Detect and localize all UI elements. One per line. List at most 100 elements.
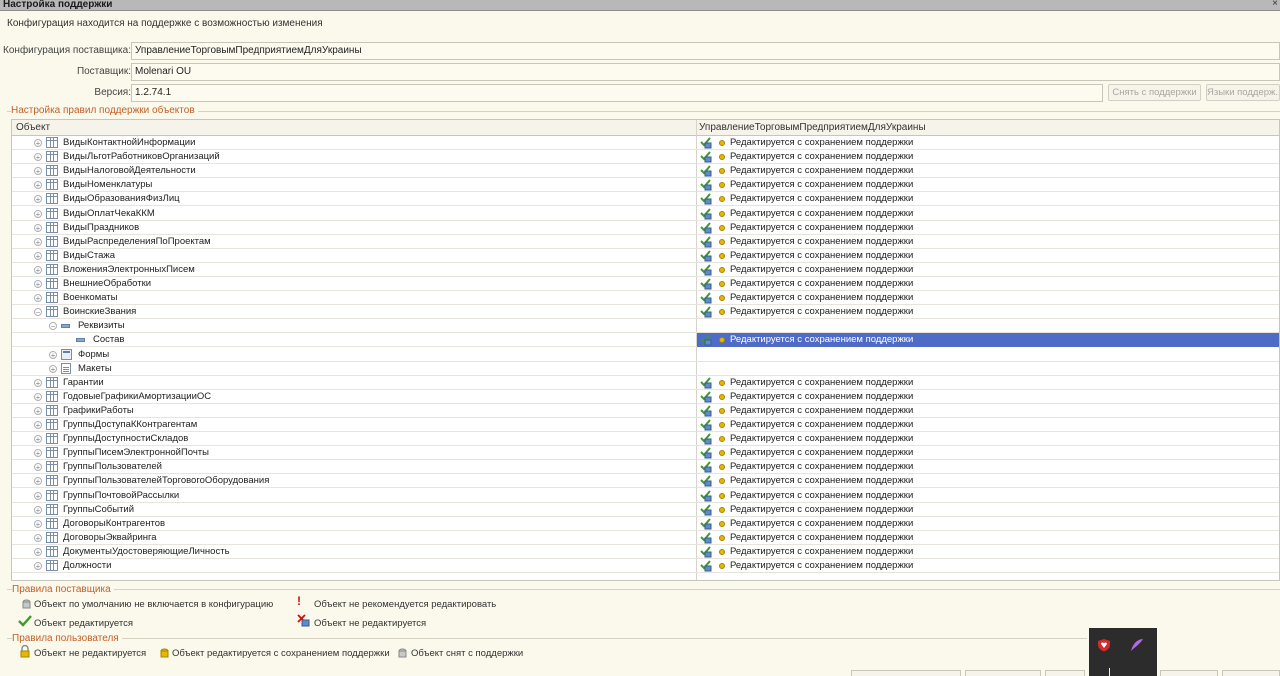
table-row[interactable]: + ДоговорыКонтрагентов Редактируется с сох… xyxy=(12,517,1279,531)
expand-icon[interactable]: + xyxy=(34,491,42,500)
table-row[interactable]: + ВидыСтажа Редактируется с сохранением по… xyxy=(12,249,1279,263)
support-status-cell[interactable]: Редактируется с сохранением поддержки xyxy=(697,263,1279,277)
shield-heart-icon[interactable] xyxy=(1097,638,1111,652)
expand-icon[interactable]: + xyxy=(34,392,42,401)
expand-icon[interactable]: + xyxy=(34,251,42,260)
expand-icon[interactable]: + xyxy=(34,449,42,458)
support-status-cell[interactable]: Редактируется с сохранением поддержки xyxy=(697,517,1279,531)
support-status-cell[interactable]: Редактируется с сохранением поддержки xyxy=(697,178,1279,192)
support-status-cell[interactable]: Редактируется с сохранением поддержки xyxy=(697,432,1279,446)
expand-icon[interactable]: + xyxy=(34,209,42,218)
table-row[interactable]: + ДокументыУдостоверяющиеЛичность Редактир… xyxy=(12,545,1279,559)
table-row[interactable]: + Макеты xyxy=(12,362,1279,376)
support-status-cell[interactable]: Редактируется с сохранением поддержки xyxy=(697,390,1279,404)
expand-icon[interactable]: + xyxy=(34,294,42,303)
table-row[interactable]: + Формы xyxy=(12,348,1279,362)
expand-icon[interactable]: + xyxy=(34,477,42,486)
expand-icon[interactable]: + xyxy=(34,237,42,246)
table-row[interactable]: + ВидыРаспределенияПоПроектам Редактируетс… xyxy=(12,235,1279,249)
support-status-cell[interactable]: Редактируется с сохранением поддержки xyxy=(697,503,1279,517)
table-row[interactable]: + ГодовыеГрафикиАмортизацииОС Редактируетс… xyxy=(12,390,1279,404)
column-object-header[interactable]: Объект xyxy=(16,122,50,133)
expand-icon[interactable]: + xyxy=(34,139,42,148)
table-row[interactable]: + ГруппыПользователейТорговогоОборудовани… xyxy=(12,474,1279,489)
table-row[interactable]: Состав Редактируется с сохранением поддер… xyxy=(12,333,1279,348)
table-row[interactable]: + ГруппыСобытий Редактируется с сохранение… xyxy=(12,503,1279,517)
support-status-cell[interactable]: Редактируется с сохранением поддержки xyxy=(697,559,1279,573)
support-status-cell[interactable]: Редактируется с сохранением поддержки xyxy=(697,376,1279,390)
table-row[interactable]: + ГруппыПочтовойРассылки Редактируется с с… xyxy=(12,489,1279,503)
bottom-button-2[interactable] xyxy=(965,670,1041,676)
table-row[interactable]: − Реквизиты xyxy=(12,319,1279,334)
collapse-icon[interactable]: − xyxy=(34,308,42,317)
table-row[interactable]: + ГруппыДоступаККонтрагентам Редактируется… xyxy=(12,418,1279,432)
config-field[interactable]: УправлениеТорговымПредприятиемДляУкраины xyxy=(131,42,1280,60)
bottom-button-1[interactable] xyxy=(851,670,961,676)
overlay-widget[interactable] xyxy=(1089,628,1157,676)
support-status-cell[interactable]: Редактируется с сохранением поддержки xyxy=(697,545,1279,559)
support-status-cell[interactable]: Редактируется с сохранением поддержки xyxy=(697,192,1279,206)
table-row[interactable]: + ВидыКонтактнойИнформации Редактируется с… xyxy=(12,136,1279,150)
bottom-button-3[interactable] xyxy=(1045,670,1085,676)
version-field[interactable]: 1.2.74.1 xyxy=(131,84,1103,102)
expand-icon[interactable]: + xyxy=(34,547,42,556)
column-config-header[interactable]: УправлениеТорговымПредприятиемДляУкраины xyxy=(699,122,926,133)
support-status-cell[interactable]: Редактируется с сохранением поддержки xyxy=(697,404,1279,418)
expand-icon[interactable]: + xyxy=(34,195,42,204)
expand-icon[interactable]: + xyxy=(34,533,42,542)
support-status-cell[interactable]: Редактируется с сохранением поддержки xyxy=(697,150,1279,164)
table-row[interactable]: + ВидыПраздников Редактируется с сохранени… xyxy=(12,221,1279,235)
remove-support-button[interactable]: Снять с поддержки xyxy=(1108,84,1201,101)
support-status-cell[interactable]: Редактируется с сохранением поддержки xyxy=(697,333,1279,348)
expand-icon[interactable]: + xyxy=(34,562,42,571)
expand-icon[interactable]: + xyxy=(34,378,42,387)
feather-icon[interactable] xyxy=(1129,637,1145,653)
expand-icon[interactable]: + xyxy=(34,463,42,472)
table-row[interactable]: + ГруппыДоступностиСкладов Редактируется с… xyxy=(12,432,1279,447)
expand-icon[interactable]: + xyxy=(34,265,42,274)
expand-icon[interactable]: + xyxy=(34,421,42,430)
expand-icon[interactable]: + xyxy=(34,167,42,176)
support-status-cell[interactable]: Редактируется с сохранением поддержки xyxy=(697,136,1279,150)
expand-icon[interactable]: + xyxy=(34,223,42,232)
table-row[interactable]: + Гарантии Редактируется с сохранением под… xyxy=(12,376,1279,390)
bottom-button-4[interactable] xyxy=(1160,670,1218,676)
table-row[interactable]: + ГруппыПисемЭлектроннойПочты Редактируетс… xyxy=(12,446,1279,461)
table-row[interactable]: + Должности Редактируется с сохранением по… xyxy=(12,559,1279,573)
expand-icon[interactable]: + xyxy=(34,519,42,528)
expand-icon[interactable]: + xyxy=(49,350,57,359)
expand-icon[interactable]: + xyxy=(34,435,42,444)
table-row[interactable]: + ГруппыПользователей Редактируется с сохр… xyxy=(12,460,1279,475)
expand-icon[interactable]: + xyxy=(34,153,42,162)
table-row[interactable]: + ВидыОбразованияФизЛиц Редактируется с со… xyxy=(12,192,1279,207)
collapse-icon[interactable]: − xyxy=(49,322,57,331)
support-status-cell[interactable]: Редактируется с сохранением поддержки xyxy=(697,418,1279,432)
table-row[interactable]: + ВложенияЭлектронныхПисем Редактируется с… xyxy=(12,263,1279,277)
expand-icon[interactable]: + xyxy=(34,181,42,190)
table-row[interactable]: + ДоговорыЭквайринга Редактируется с сохра… xyxy=(12,531,1279,545)
table-row[interactable]: + ВнешниеОбработки Редактируется с сохране… xyxy=(12,277,1279,291)
support-rules-table[interactable]: Объект УправлениеТорговымПредприятиемДля… xyxy=(11,119,1280,581)
support-status-cell[interactable]: Редактируется с сохранением поддержки xyxy=(697,249,1279,263)
support-status-cell[interactable] xyxy=(697,348,1279,362)
table-row[interactable]: + ГрафикиРаботы Редактируется с сохранение… xyxy=(12,404,1279,418)
support-status-cell[interactable]: Редактируется с сохранением поддержки xyxy=(697,221,1279,235)
support-status-cell[interactable]: Редактируется с сохранением поддержки xyxy=(697,235,1279,249)
vendor-field[interactable]: Molenari OU xyxy=(131,63,1280,81)
table-row[interactable]: + ВидыНалоговойДеятельности Редактируется … xyxy=(12,164,1279,179)
table-row[interactable]: + ВидыНоменклатуры Редактируется с сохране… xyxy=(12,178,1279,193)
table-row[interactable]: + ВидыЛьготРаботниковОрганизаций Редактиру… xyxy=(12,150,1279,165)
table-row[interactable]: + ВидыОплатЧекаККМ Редактируется с сохране… xyxy=(12,207,1279,221)
expand-icon[interactable]: + xyxy=(49,364,57,373)
support-status-cell[interactable]: Редактируется с сохранением поддержки xyxy=(697,460,1279,474)
support-status-cell[interactable]: Редактируется с сохранением поддержки xyxy=(697,291,1279,305)
support-status-cell[interactable] xyxy=(697,362,1279,376)
support-status-cell[interactable]: Редактируется с сохранением поддержки xyxy=(697,164,1279,178)
support-status-cell[interactable]: Редактируется с сохранением поддержки xyxy=(697,531,1279,545)
table-row[interactable]: − ВоинскиеЗвания Редактируется с сохранени… xyxy=(12,305,1279,320)
support-status-cell[interactable]: Редактируется с сохранением поддержки xyxy=(697,446,1279,460)
expand-icon[interactable]: + xyxy=(34,505,42,514)
expand-icon[interactable]: + xyxy=(34,406,42,415)
support-status-cell[interactable] xyxy=(697,319,1279,333)
close-icon[interactable]: × xyxy=(1272,0,1278,9)
